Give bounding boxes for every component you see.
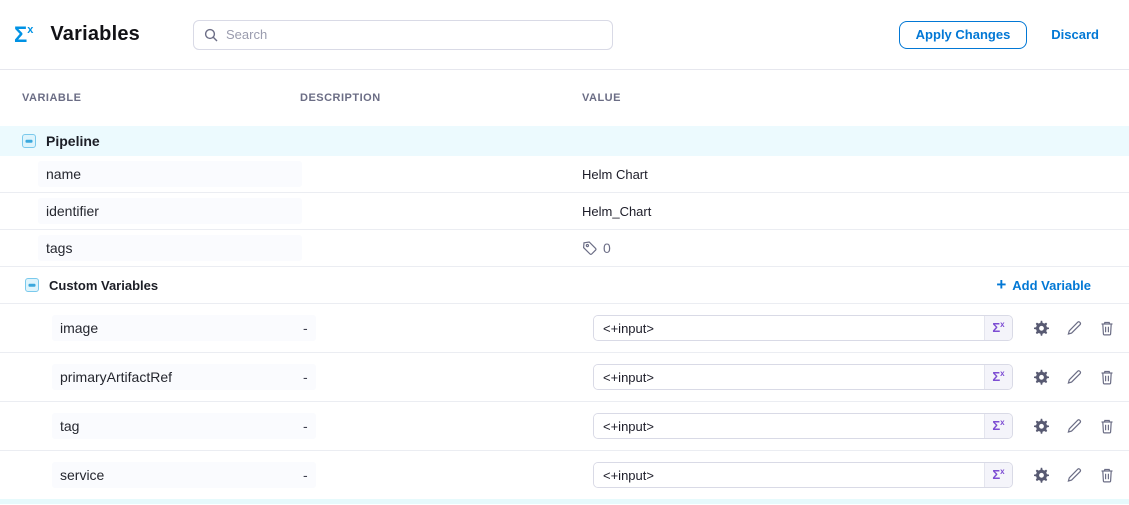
row-actions [1032, 466, 1116, 484]
value-input[interactable] [594, 316, 984, 340]
value-input-box: Σx [593, 413, 1013, 439]
value-input-box: Σx [593, 315, 1013, 341]
variable-name-field: tag [52, 413, 316, 439]
delete-icon[interactable] [1098, 368, 1116, 386]
discard-button[interactable]: Discard [1051, 27, 1099, 42]
description-cell: - [300, 320, 582, 336]
section-header-pipeline[interactable]: Pipeline [0, 126, 1129, 156]
search-icon [204, 28, 218, 42]
table-row: name Helm Chart [0, 156, 1129, 193]
row-actions [1032, 319, 1116, 337]
value-input[interactable] [594, 414, 984, 438]
section-label: Custom Variables [49, 278, 158, 293]
add-variable-label: Add Variable [1012, 278, 1091, 293]
table-row: identifier Helm_Chart [0, 193, 1129, 230]
value-cell: Σx [582, 462, 1129, 488]
row-actions [1032, 368, 1116, 386]
table-row: primaryArtifactRef - Σx [0, 353, 1129, 402]
tags-value-cell: 0 [582, 240, 1129, 256]
delete-icon[interactable] [1098, 319, 1116, 337]
edit-icon[interactable] [1065, 466, 1083, 484]
column-variable: VARIABLE [22, 92, 300, 104]
value-cell: Helm Chart [582, 167, 1129, 182]
edit-icon[interactable] [1065, 368, 1083, 386]
description-cell: - [300, 467, 582, 483]
settings-icon[interactable] [1032, 368, 1050, 386]
search-box[interactable] [193, 20, 613, 50]
add-variable-button[interactable]: + Add Variable [996, 277, 1091, 293]
section-label: Pipeline [46, 133, 100, 149]
topbar: Σx Variables Apply Changes Discard [0, 0, 1129, 70]
description-cell: - [300, 418, 582, 434]
settings-icon[interactable] [1032, 319, 1050, 337]
topbar-actions: Apply Changes Discard [899, 21, 1099, 49]
value-cell: Σx [582, 413, 1129, 439]
delete-icon[interactable] [1098, 417, 1116, 435]
value-input[interactable] [594, 365, 984, 389]
table-header: VARIABLE DESCRIPTION VALUE [0, 70, 1129, 126]
table-row: image - Σx [0, 304, 1129, 353]
next-section-edge [0, 499, 1129, 504]
page-title: Variables [50, 23, 140, 46]
value-cell: Helm_Chart [582, 204, 1129, 219]
value-input[interactable] [594, 463, 984, 487]
variable-name-field: name [38, 161, 302, 187]
table-row: tags 0 [0, 230, 1129, 267]
collapse-icon[interactable] [25, 278, 39, 292]
value-input-box: Σx [593, 462, 1013, 488]
variable-name-field: identifier [38, 198, 302, 224]
description-cell: - [300, 369, 582, 385]
column-description: DESCRIPTION [300, 92, 582, 104]
runtime-input-icon[interactable]: Σx [984, 365, 1012, 389]
edit-icon[interactable] [1065, 319, 1083, 337]
settings-icon[interactable] [1032, 466, 1050, 484]
variable-name-field: image [52, 315, 316, 341]
runtime-input-icon[interactable]: Σx [984, 414, 1012, 438]
variable-name-field: service [52, 462, 316, 488]
apply-changes-button[interactable]: Apply Changes [899, 21, 1028, 49]
delete-icon[interactable] [1098, 466, 1116, 484]
table-row: service - Σx [0, 451, 1129, 500]
search-input[interactable] [226, 27, 602, 42]
value-cell: Σx [582, 364, 1129, 390]
runtime-input-icon[interactable]: Σx [984, 463, 1012, 487]
runtime-input-icon[interactable]: Σx [984, 316, 1012, 340]
table-row: tag - Σx [0, 402, 1129, 451]
edit-icon[interactable] [1065, 417, 1083, 435]
collapse-icon[interactable] [22, 134, 36, 148]
variables-panel: Σx Variables Apply Changes Discard VARIA… [0, 0, 1129, 505]
sigma-x-icon: Σx [14, 24, 33, 46]
settings-icon[interactable] [1032, 417, 1050, 435]
variable-name-field: tags [38, 235, 302, 261]
tag-icon [582, 240, 598, 256]
plus-icon: + [996, 276, 1006, 293]
variable-name-field: primaryArtifactRef [52, 364, 316, 390]
value-cell: Σx [582, 315, 1129, 341]
row-actions [1032, 417, 1116, 435]
tag-count: 0 [603, 240, 611, 256]
value-input-box: Σx [593, 364, 1013, 390]
column-value: VALUE [582, 92, 1129, 104]
section-header-custom-variables: Custom Variables + Add Variable [0, 267, 1129, 304]
